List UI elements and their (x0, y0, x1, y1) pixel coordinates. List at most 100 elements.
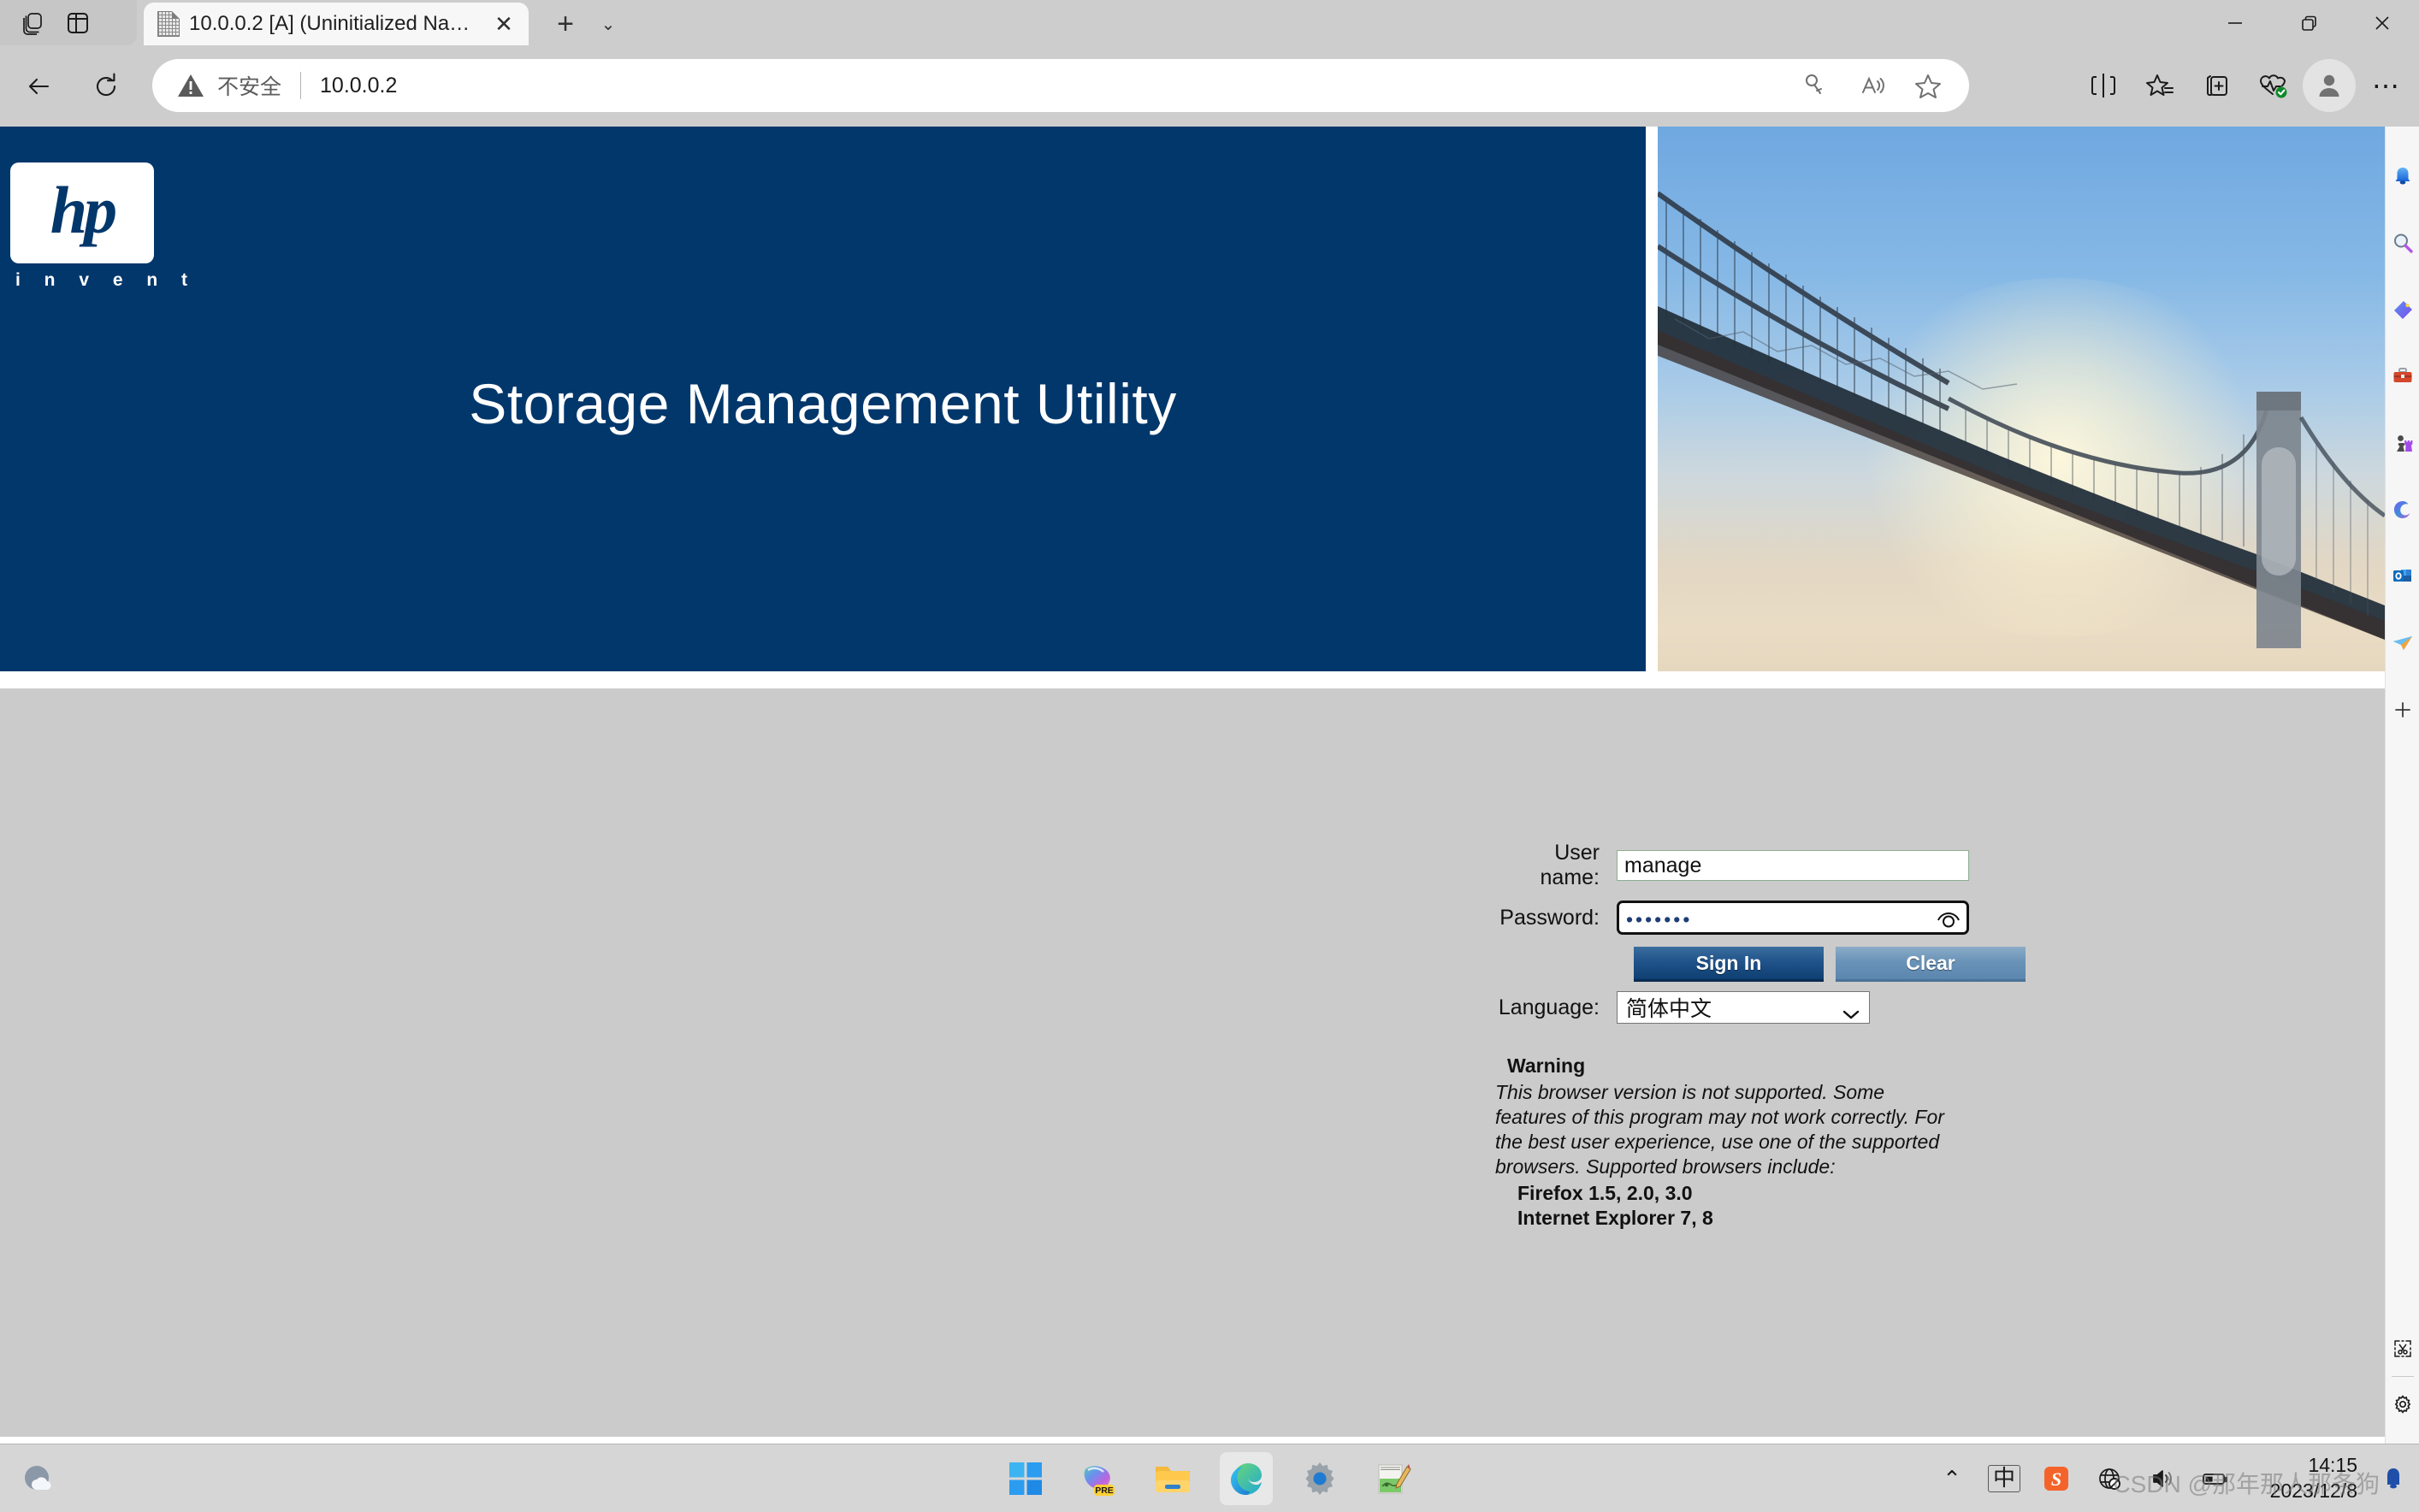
browser-warning: Warning This browser version is not supp… (1495, 1054, 1949, 1231)
toolbar-right-icons: ⋯ (2077, 59, 2412, 112)
browser-chrome: 10.0.0.2 [A] (Uninitialized Name) ✕ + ⌄ (0, 0, 2419, 127)
address-bar[interactable]: 不安全 10.0.0.2 (152, 59, 1969, 112)
browser-toolbar: 不安全 10.0.0.2 ⋯ (0, 45, 2419, 127)
username-row: User name: (1490, 841, 2026, 890)
settings-gear-icon[interactable] (2386, 1387, 2419, 1421)
login-form: User name: Password: ••••••• Sign In (1490, 841, 2026, 1034)
weather-cloudy-icon[interactable] (15, 1455, 63, 1503)
page-icon (157, 11, 180, 37)
clock-time: 14:15 (2308, 1454, 2357, 1477)
back-button[interactable] (12, 59, 67, 114)
notifications-icon[interactable] (2386, 159, 2419, 193)
reload-button[interactable] (79, 59, 133, 114)
warning-body: This browser version is not supported. S… (1495, 1081, 1944, 1178)
split-screen-icon[interactable] (65, 10, 91, 36)
password-value: ••••••• (1626, 907, 1693, 930)
maximize-restore-button[interactable] (2272, 0, 2345, 45)
supported-browsers-list: Firefox 1.5, 2.0, 3.0 Internet Explorer … (1517, 1181, 1949, 1231)
tabstrip-left-icons (0, 0, 137, 45)
content-pane (0, 688, 2385, 1437)
avatar (2303, 59, 2356, 112)
password-label: Password: (1499, 905, 1600, 930)
svg-text:PRE: PRE (1095, 1485, 1114, 1496)
outlook-icon[interactable] (2386, 559, 2419, 594)
notification-bell-icon[interactable] (2376, 1462, 2410, 1496)
chevron-down-icon (1842, 1001, 1860, 1019)
search-icon[interactable] (2386, 226, 2419, 260)
sidebar-divider (2391, 1376, 2414, 1377)
screen: 10.0.0.2 [A] (Uninitialized Name) ✕ + ⌄ (0, 0, 2419, 1512)
omnibox-icons (1791, 62, 1952, 109)
edge-sidebar (2385, 127, 2419, 1444)
tools-icon[interactable] (2386, 359, 2419, 393)
taskbar-clock[interactable]: 14:15 2023/12/8 (2255, 1453, 2357, 1504)
clock-date: 2023/12/8 (2269, 1480, 2357, 1502)
ime-mode-icon[interactable]: 中 (1987, 1465, 2020, 1492)
password-key-icon[interactable] (1791, 62, 1839, 109)
settings-icon[interactable] (1293, 1452, 1346, 1505)
split-screen-icon[interactable] (2077, 59, 2130, 112)
favorites-icon[interactable] (2133, 59, 2186, 112)
sign-in-button[interactable]: Sign In (1634, 947, 1824, 979)
chevron-down-icon[interactable]: ⌄ (590, 7, 626, 41)
omnibox-divider (300, 72, 302, 99)
tab-title: 10.0.0.2 [A] (Uninitialized Name) (189, 12, 480, 35)
bridge-illustration (1658, 191, 2385, 648)
telegram-icon[interactable] (2386, 626, 2419, 660)
new-tab-button[interactable]: + (547, 7, 583, 41)
close-icon[interactable]: ✕ (489, 9, 518, 38)
language-selected-value: 简体中文 (1626, 997, 1712, 1021)
language-select[interactable]: 简体中文 (1617, 991, 1870, 1024)
minimize-button[interactable] (2198, 0, 2272, 45)
read-aloud-icon[interactable] (1848, 62, 1896, 109)
microsoft-edge-icon[interactable] (1220, 1451, 1273, 1505)
copilot-pre-icon[interactable]: PRE (1073, 1452, 1126, 1505)
notepad-icon[interactable] (1367, 1452, 1420, 1505)
not-secure-warning-icon[interactable] (176, 71, 205, 100)
page-title: Storage Management Utility (469, 371, 1177, 435)
games-icon[interactable] (2386, 426, 2419, 460)
network-offline-icon[interactable] (2092, 1462, 2126, 1496)
taskbar: PRE ⌃ 中 S 14:15 2023/12/8 CSDN @那年那人那条狗 (0, 1444, 2419, 1512)
shopping-tag-icon[interactable] (2386, 292, 2419, 327)
list-item: Internet Explorer 7, 8 (1517, 1207, 1713, 1230)
close-window-button[interactable] (2345, 0, 2419, 45)
username-input[interactable] (1617, 850, 1969, 881)
profile-icon[interactable] (2303, 59, 2356, 112)
tray-overflow-icon[interactable]: ⌃ (1935, 1462, 1969, 1496)
screenshot-icon[interactable] (2386, 1332, 2419, 1366)
banner-photo (1658, 127, 2385, 671)
sogou-input-icon[interactable]: S (2039, 1462, 2073, 1496)
taskbar-tray: ⌃ 中 S 14:15 2023/12/8 (1935, 1444, 2410, 1512)
password-input[interactable]: ••••••• (1617, 901, 1969, 935)
page-banner: hp i n v e n t Storage Management Utilit… (0, 127, 2385, 671)
security-status-label: 不安全 (217, 75, 282, 99)
language-label: Language: (1498, 995, 1600, 1019)
volume-icon[interactable] (2145, 1462, 2179, 1496)
list-item: Firefox 1.5, 2.0, 3.0 (1517, 1181, 1693, 1204)
language-row: Language: 简体中文 (1490, 991, 2026, 1024)
warning-title: Warning (1507, 1054, 1586, 1077)
username-label: User name: (1540, 841, 1600, 889)
window-controls (2198, 0, 2419, 45)
taskbar-apps: PRE (999, 1444, 1420, 1512)
browser-tab[interactable]: 10.0.0.2 [A] (Uninitialized Name) ✕ (144, 3, 529, 45)
clear-button[interactable]: Clear (1836, 947, 2026, 979)
battery-icon[interactable] (2198, 1462, 2233, 1496)
banner-blue-panel: hp i n v e n t Storage Management Utilit… (0, 127, 1646, 671)
start-windows-icon[interactable] (999, 1452, 1052, 1505)
password-row: Password: ••••••• (1490, 901, 2026, 935)
browser-essentials-icon[interactable] (2246, 59, 2299, 112)
page-viewport: hp i n v e n t Storage Management Utilit… (0, 127, 2385, 1444)
copilot-icon[interactable] (21, 10, 46, 36)
copilot-icon[interactable] (2386, 493, 2419, 527)
form-buttons: Sign In Clear (1634, 947, 2026, 979)
settings-more-icon[interactable]: ⋯ (2359, 59, 2412, 112)
taskbar-left (0, 1444, 63, 1512)
favorite-star-icon[interactable] (1904, 62, 1952, 109)
file-explorer-icon[interactable] (1146, 1452, 1199, 1505)
url-text[interactable]: 10.0.0.2 (320, 74, 1791, 98)
eye-icon[interactable] (1936, 905, 1961, 930)
collections-icon[interactable] (2190, 59, 2243, 112)
add-icon[interactable] (2386, 693, 2419, 727)
